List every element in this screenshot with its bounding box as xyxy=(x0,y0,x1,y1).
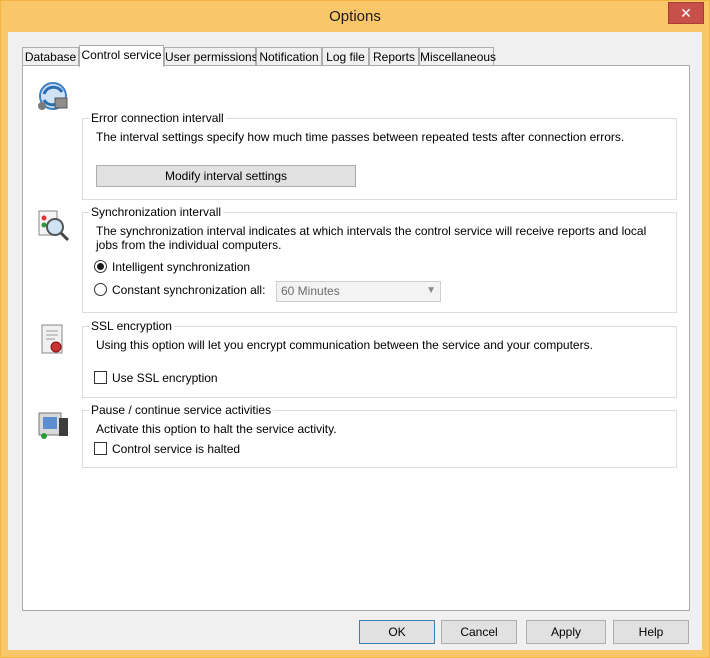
tab-database[interactable]: Database xyxy=(22,47,79,66)
tab-reports[interactable]: Reports xyxy=(369,47,419,66)
error-connection-group: Error connection intervall The interval … xyxy=(82,111,677,200)
intelligent-sync-radio[interactable] xyxy=(94,260,107,273)
pause-group: Pause / continue service activities Acti… xyxy=(82,403,677,468)
ssl-title: SSL encryption xyxy=(89,319,174,333)
constant-sync-radio[interactable] xyxy=(94,283,107,296)
certificate-icon xyxy=(41,324,63,354)
ssl-description: Using this option will let you encrypt c… xyxy=(96,338,593,352)
options-window: Options ✕ Database Control service User … xyxy=(0,0,710,658)
error-connection-description: The interval settings specify how much t… xyxy=(96,130,625,144)
pause-description: Activate this option to halt the service… xyxy=(96,422,337,436)
tab-control-service[interactable]: Control service xyxy=(79,45,164,67)
title-bar[interactable]: Options ✕ xyxy=(1,1,709,32)
window-title: Options xyxy=(329,8,381,25)
close-button[interactable]: ✕ xyxy=(668,2,704,24)
error-connection-title: Error connection intervall xyxy=(89,111,226,125)
modify-interval-settings-button[interactable]: Modify interval settings xyxy=(96,165,356,187)
tab-log-file[interactable]: Log file xyxy=(322,47,369,66)
control-service-panel: Error connection intervall The interval … xyxy=(22,65,690,611)
constant-sync-label[interactable]: Constant synchronization all: xyxy=(112,283,265,297)
apply-button[interactable]: Apply xyxy=(526,620,606,644)
help-button[interactable]: Help xyxy=(613,620,689,644)
cancel-button[interactable]: Cancel xyxy=(441,620,517,644)
service-halted-checkbox[interactable] xyxy=(94,442,107,455)
tab-miscellaneous[interactable]: Miscellaneous xyxy=(419,47,496,66)
dialog-client-area: Database Control service User permission… xyxy=(8,32,702,650)
sync-interval-value: 60 Minutes xyxy=(281,284,340,298)
tab-notification[interactable]: Notification xyxy=(256,47,322,66)
service-halted-label[interactable]: Control service is halted xyxy=(112,442,240,456)
network-refresh-icon xyxy=(38,82,68,110)
ssl-group: SSL encryption Using this option will le… xyxy=(82,319,677,398)
ok-button[interactable]: OK xyxy=(359,620,435,644)
chevron-down-icon: ▼ xyxy=(426,285,436,296)
use-ssl-label[interactable]: Use SSL encryption xyxy=(112,371,218,385)
use-ssl-checkbox[interactable] xyxy=(94,371,107,384)
computer-pause-icon xyxy=(38,412,68,439)
synchronization-group: Synchronization intervall The synchroniz… xyxy=(82,205,677,313)
tab-user-permissions[interactable]: User permissions xyxy=(164,47,258,66)
intelligent-sync-label[interactable]: Intelligent synchronization xyxy=(112,260,250,274)
sync-interval-select[interactable]: 60 Minutes ▼ xyxy=(276,281,441,302)
synchronization-description: The synchronization interval indicates a… xyxy=(96,224,647,252)
synchronization-title: Synchronization intervall xyxy=(89,205,224,219)
pause-title: Pause / continue service activities xyxy=(89,403,274,417)
search-sync-icon xyxy=(38,210,70,242)
